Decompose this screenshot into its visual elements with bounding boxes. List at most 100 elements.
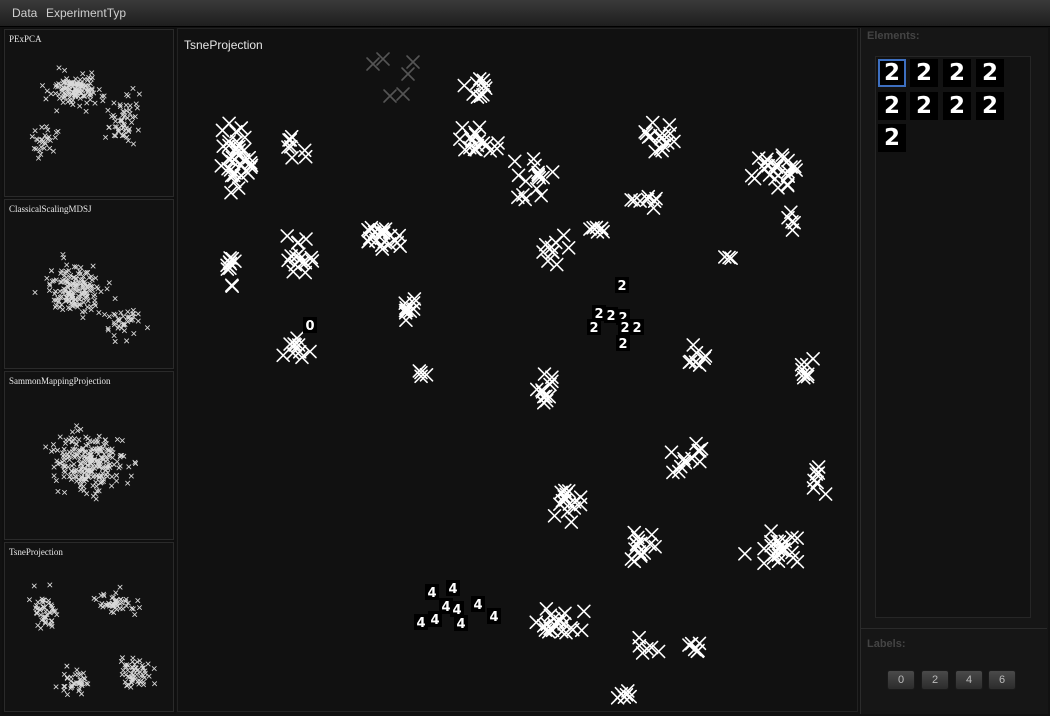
data-point-marker [529, 181, 544, 196]
digit-thumbnail[interactable]: 4 [473, 598, 482, 613]
data-point-marker [457, 78, 472, 93]
thumbnail-point-marker [102, 312, 108, 318]
data-point-marker [738, 547, 752, 561]
thumbnail-point-marker [44, 88, 50, 94]
thumbnail-point-marker [29, 134, 35, 140]
thumbnail-point-marker [145, 661, 151, 667]
digit-thumbnail[interactable]: 2 [606, 309, 615, 324]
thumbnail-classical-scaling[interactable]: ClassicalScalingMDSJ [4, 199, 174, 369]
thumbnail-point-marker [131, 141, 136, 147]
dimmed-point-marker [401, 67, 415, 81]
element-tile[interactable]: 2 [943, 92, 971, 120]
thumbnail-point-marker [117, 584, 123, 590]
thumbnail-point-marker [98, 289, 104, 294]
elements-list[interactable]: 222222222 [875, 56, 1031, 618]
thumbnail-point-marker [73, 76, 79, 82]
data-point-marker [224, 278, 239, 292]
digit-thumbnail[interactable]: 4 [430, 613, 439, 628]
digit-thumbnail[interactable]: 0 [305, 319, 314, 334]
element-tile-selected[interactable]: 2 [878, 59, 906, 87]
element-tile[interactable]: 2 [943, 59, 971, 87]
thumbnail-point-marker [66, 457, 72, 463]
thumbnail-point-marker [135, 318, 141, 324]
label-button-4[interactable]: 4 [955, 670, 983, 690]
digit-thumbnail[interactable]: 2 [632, 321, 641, 336]
data-point-marker [511, 168, 526, 183]
digit-thumbnail[interactable]: 4 [489, 610, 498, 625]
element-tile[interactable]: 2 [976, 59, 1004, 87]
digit-thumbnail[interactable]: 4 [441, 600, 450, 615]
thumbnail-pexpca[interactable]: PExPCA [4, 29, 174, 197]
data-point-marker [516, 188, 530, 202]
thumbnail-point-marker [60, 99, 66, 105]
thumbnail-plot-pexpca [29, 65, 142, 161]
thumbnail-point-marker [85, 270, 91, 276]
thumbnail-point-marker [77, 103, 83, 109]
data-point-marker [547, 509, 562, 523]
digit-thumbnail[interactable]: 2 [589, 321, 598, 336]
data-point-marker [276, 348, 290, 363]
thumbnail-point-marker [44, 275, 50, 281]
label-button-0[interactable]: 0 [887, 670, 915, 690]
thumbnail-point-marker [125, 115, 130, 121]
digit-thumbnail[interactable]: 2 [618, 337, 627, 352]
thumbnail-point-marker [72, 672, 78, 678]
digit-thumbnail[interactable]: 4 [448, 582, 457, 597]
thumbnail-sammon-mapping[interactable]: SammonMappingProjection [4, 371, 174, 540]
thumbnail-tsne[interactable]: TsneProjection [4, 542, 174, 712]
digit-thumbnail[interactable]: 2 [620, 321, 629, 336]
digit-thumbnail[interactable]: 4 [416, 616, 425, 631]
digit-thumbnail[interactable]: 4 [456, 617, 465, 632]
thumbnail-point-marker [80, 71, 86, 77]
thumbnail-point-marker [80, 315, 86, 321]
thumbnail-point-marker [74, 423, 80, 429]
thumbnail-point-marker [61, 687, 67, 693]
thumbnail-point-marker [64, 262, 70, 268]
tsne-scatter-plot[interactable]: 22 2 22 2 224 44 4 444 4 40 [178, 29, 858, 712]
main-projection-view[interactable]: 222222224444444440 TsneProjection [177, 28, 858, 712]
thumbnail-point-marker [92, 298, 98, 303]
menu-data[interactable]: Data [12, 6, 37, 20]
thumbnail-point-marker [135, 311, 141, 317]
thumbnail-point-marker [71, 461, 77, 467]
thumbnail-point-marker [109, 474, 115, 480]
thumbnail-point-marker [141, 682, 146, 688]
element-tile[interactable]: 2 [878, 92, 906, 120]
data-point-marker [781, 210, 795, 225]
data-point-marker [507, 154, 522, 169]
thumbnail-point-marker [135, 127, 141, 133]
thumbnail-label: SammonMappingProjection [9, 376, 111, 386]
right-panel: Elements: 222222222 Labels: 0 2 4 6 [860, 28, 1048, 714]
thumbnail-point-marker [74, 667, 80, 673]
element-tile[interactable]: 2 [976, 92, 1004, 120]
thumbnail-point-marker [146, 673, 152, 679]
thumbnail-point-marker [105, 107, 111, 113]
digit-thumbnail[interactable]: 4 [427, 586, 436, 601]
label-button-2[interactable]: 2 [921, 670, 949, 690]
thumbnail-point-marker [40, 83, 45, 89]
thumbnail-point-marker [130, 655, 136, 661]
element-tile[interactable]: 2 [878, 124, 906, 152]
thumbnail-point-marker [152, 681, 158, 687]
thumbnail-point-marker [61, 458, 67, 463]
elements-title: Elements: [867, 30, 920, 42]
dimmed-point-marker [396, 87, 410, 101]
divider [861, 628, 1047, 629]
digit-thumbnail[interactable]: 2 [617, 279, 626, 294]
thumbnail-point-marker [126, 464, 132, 470]
data-point-marker [806, 351, 820, 366]
dimmed-point-marker [406, 55, 420, 69]
menu-experiment-type[interactable]: ExperimentTyp [46, 6, 126, 20]
thumbnail-point-marker [128, 473, 134, 479]
label-button-6[interactable]: 6 [988, 670, 1016, 690]
thumbnail-point-marker [132, 612, 138, 617]
thumbnail-point-marker [85, 304, 90, 310]
thumbnail-point-marker [125, 480, 131, 486]
thumbnail-point-marker [106, 125, 112, 131]
thumbnail-point-marker [124, 92, 130, 97]
thumbnail-point-marker [127, 103, 133, 109]
element-tile[interactable]: 2 [910, 59, 938, 87]
thumbnail-point-marker [104, 286, 110, 292]
thumbnail-point-marker [64, 663, 70, 669]
element-tile[interactable]: 2 [910, 92, 938, 120]
